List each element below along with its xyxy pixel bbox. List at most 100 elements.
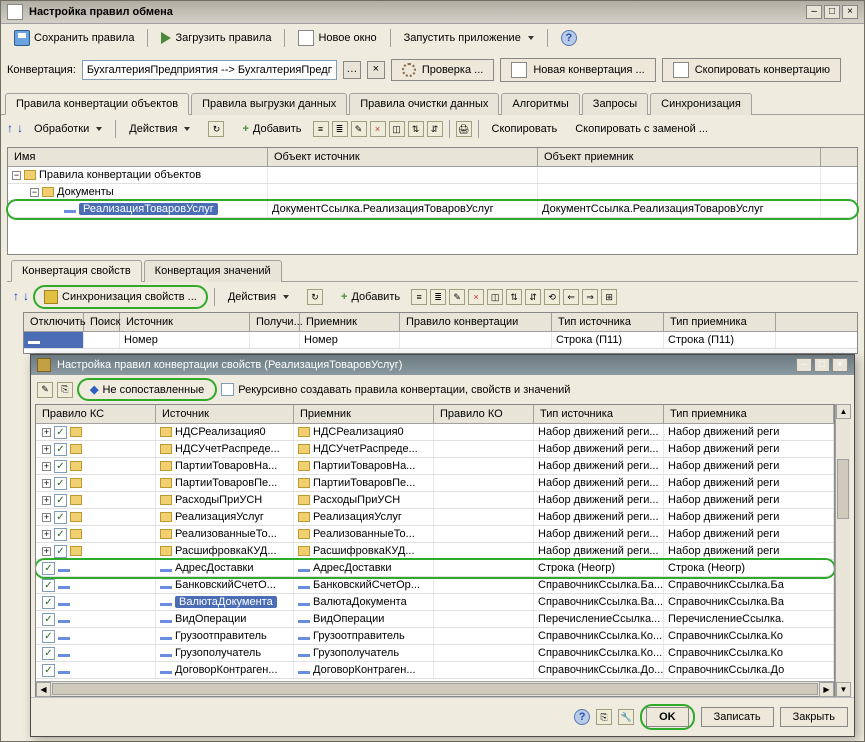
modal-row[interactable]: ✓АдресДоставкиАдресДоставкиСтрока (Неогр…	[36, 560, 834, 577]
tb-icon-3[interactable]: ✎	[351, 121, 367, 137]
copy-button[interactable]: Скопировать	[485, 120, 565, 138]
row-checkbox[interactable]: ✓	[42, 664, 55, 677]
tab-rules-conversion[interactable]: Правила конвертации объектов	[5, 93, 189, 115]
updown-arrows-icon[interactable]	[7, 121, 23, 137]
tree-docs[interactable]: −Документы	[8, 184, 857, 201]
footer-icon-2[interactable]: 🔧	[618, 709, 634, 725]
collapse-icon[interactable]: −	[30, 188, 39, 197]
print-icon[interactable]: 🖨	[456, 121, 472, 137]
scroll-up[interactable]: ▲	[836, 404, 851, 419]
scroll-right[interactable]: ▶	[819, 682, 834, 697]
modal-row[interactable]: ✓ГрузоотправительГрузоотправительСправоч…	[36, 628, 834, 645]
recursive-checkbox[interactable]	[221, 383, 234, 396]
p-icon-9[interactable]: ⇐	[563, 289, 579, 305]
p-icon-8[interactable]: ⟲	[544, 289, 560, 305]
modal-row[interactable]: +✓ПартииТоваровНа...ПартииТоваровНа...На…	[36, 458, 834, 475]
p-icon-2[interactable]: ≣	[430, 289, 446, 305]
p-icon-11[interactable]: ⊞	[601, 289, 617, 305]
copy-conversion-button[interactable]: Скопировать конвертацию	[662, 58, 841, 82]
actions-button[interactable]: Действия	[122, 120, 197, 138]
modal-row[interactable]: +✓НДСРеализация0НДСРеализация0Набор движ…	[36, 424, 834, 441]
row-checkbox[interactable]: ✓	[54, 426, 67, 439]
modal-row[interactable]: +✓ПартииТоваровПе...ПартииТоваровПе...На…	[36, 475, 834, 492]
tb-icon-6[interactable]: ⇅	[408, 121, 424, 137]
sync-props-button[interactable]: Синхронизация свойств ...	[39, 288, 202, 306]
scroll-down[interactable]: ▼	[836, 682, 851, 697]
tab-val-conv[interactable]: Конвертация значений	[144, 260, 282, 282]
tb-icon-7[interactable]: ⇵	[427, 121, 443, 137]
p-icon-1[interactable]: ≡	[411, 289, 427, 305]
tree-root[interactable]: −Правила конвертации объектов	[8, 167, 857, 184]
check-all-icon[interactable]: ✎	[37, 382, 53, 398]
expand-icon[interactable]: +	[42, 428, 51, 437]
new-window-button[interactable]: Новое окно	[291, 27, 383, 49]
expand-icon[interactable]: +	[42, 445, 51, 454]
row-checkbox[interactable]: ✓	[42, 596, 55, 609]
tab-prop-conv[interactable]: Конвертация свойств	[11, 260, 142, 282]
row-checkbox[interactable]: ✓	[54, 511, 67, 524]
expand-icon[interactable]: +	[42, 479, 51, 488]
load-rules-button[interactable]: Загрузить правила	[154, 29, 278, 47]
row-checkbox[interactable]: ✓	[42, 630, 55, 643]
modal-row[interactable]: ✓ДоговорКонтраген...ДоговорКонтраген...С…	[36, 662, 834, 679]
p-icon-7[interactable]: ⇵	[525, 289, 541, 305]
row-checkbox[interactable]: ✓	[54, 494, 67, 507]
row-checkbox[interactable]: ✓	[42, 579, 55, 592]
modal-row[interactable]: ✓ВалютаДокументаВалютаДокументаСправочни…	[36, 594, 834, 611]
modal-maximize[interactable]: □	[814, 358, 830, 372]
modal-row[interactable]: ✓БанковскийСчетО...БанковскийСчетОр...Сп…	[36, 577, 834, 594]
modal-row[interactable]: +✓НДСУчетРаспреде...НДСУчетРаспреде...На…	[36, 441, 834, 458]
maximize-button[interactable]: □	[824, 5, 840, 19]
tab-queries[interactable]: Запросы	[582, 93, 648, 115]
modal-row[interactable]: +✓РасшифровкаКУД...РасшифровкаКУД...Набо…	[36, 543, 834, 560]
tab-algorithms[interactable]: Алгоритмы	[501, 93, 579, 115]
refresh-button[interactable]: ↻	[201, 118, 231, 140]
conversion-select-button[interactable]: …	[343, 61, 361, 79]
expand-icon[interactable]: +	[42, 462, 51, 471]
row-checkbox[interactable]: ✓	[54, 477, 67, 490]
scroll-left[interactable]: ◀	[36, 682, 51, 697]
actions-button-2[interactable]: Действия	[221, 288, 296, 306]
delete-icon[interactable]: ×	[370, 121, 386, 137]
add-button[interactable]: +Добавить	[235, 120, 308, 138]
delete-icon[interactable]: ×	[468, 289, 484, 305]
updown-arrows-icon[interactable]	[13, 289, 29, 305]
expand-icon[interactable]: +	[42, 547, 51, 556]
tb-icon-2[interactable]: ≣	[332, 121, 348, 137]
collapse-icon[interactable]: −	[12, 171, 21, 180]
modal-close[interactable]: ×	[832, 358, 848, 372]
unmatched-button[interactable]: ◆ Не сопоставленные	[83, 381, 211, 398]
expand-icon[interactable]: +	[42, 513, 51, 522]
modal-row[interactable]: ✓ГрузополучательГрузополучательСправочни…	[36, 645, 834, 662]
close-button[interactable]: Закрыть	[780, 707, 848, 727]
p-icon-6[interactable]: ⇅	[506, 289, 522, 305]
v-scrollbar[interactable]: ▲ ▼	[835, 404, 850, 697]
tab-sync[interactable]: Синхронизация	[650, 93, 752, 115]
tab-cleanup-rules[interactable]: Правила очистки данных	[349, 93, 499, 115]
row-checkbox[interactable]: ✓	[54, 443, 67, 456]
copy-icon[interactable]: ⎘	[57, 382, 73, 398]
help-icon[interactable]: ?	[574, 709, 590, 725]
copy-replace-button[interactable]: Скопировать с заменой ...	[568, 120, 715, 138]
modal-minimize[interactable]: –	[796, 358, 812, 372]
add-button-2[interactable]: +Добавить	[334, 288, 407, 306]
tb-icon-5[interactable]: ◫	[389, 121, 405, 137]
tab-upload-rules[interactable]: Правила выгрузки данных	[191, 93, 347, 115]
save-rules-button[interactable]: Сохранить правила	[7, 27, 141, 49]
modal-row[interactable]: +✓РеализованныеТо...РеализованныеТо...На…	[36, 526, 834, 543]
help-button[interactable]: ?	[554, 27, 584, 49]
row-checkbox[interactable]: ✓	[42, 562, 55, 575]
write-button[interactable]: Записать	[701, 707, 774, 727]
expand-icon[interactable]: +	[42, 530, 51, 539]
run-app-button[interactable]: Запустить приложение	[397, 29, 541, 47]
props-row-nomer[interactable]: Номер Номер Строка (П11) Строка (П11)	[24, 332, 857, 349]
p-icon-3[interactable]: ✎	[449, 289, 465, 305]
conversion-input[interactable]	[82, 60, 337, 80]
close-button[interactable]: ×	[842, 5, 858, 19]
new-conversion-button[interactable]: Новая конвертация ...	[500, 58, 655, 82]
proc-button[interactable]: Обработки	[27, 120, 109, 138]
row-checkbox[interactable]: ✓	[54, 528, 67, 541]
p-icon-10[interactable]: ⇒	[582, 289, 598, 305]
p-icon-5[interactable]: ◫	[487, 289, 503, 305]
tb-icon-1[interactable]: ≡	[313, 121, 329, 137]
